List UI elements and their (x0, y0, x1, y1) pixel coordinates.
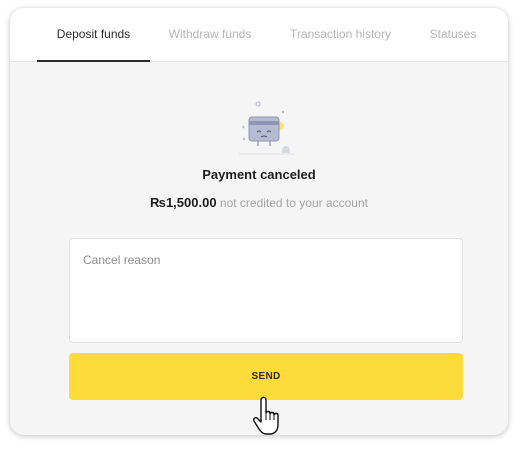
send-button[interactable]: SEND (69, 353, 463, 400)
tab-bar: Deposit funds Withdraw funds Transaction… (10, 8, 508, 62)
cancel-reason-input[interactable] (69, 238, 463, 343)
status-message: ₨1,500.00 not credited to your account (10, 195, 508, 210)
payment-amount: ₨1,500.00 (150, 195, 217, 210)
active-tab-indicator (37, 60, 150, 62)
tab-statuses[interactable]: Statuses (418, 8, 488, 62)
hand-pointer-icon (253, 396, 279, 435)
tab-withdraw-funds[interactable]: Withdraw funds (158, 8, 262, 62)
payment-card: Deposit funds Withdraw funds Transaction… (10, 8, 508, 435)
tab-deposit-funds[interactable]: Deposit funds (37, 8, 150, 62)
status-title: Payment canceled (202, 167, 316, 182)
status-note: not credited to your account (219, 196, 368, 210)
sad-credit-card-icon (239, 101, 294, 155)
tab-transaction-history[interactable]: Transaction history (280, 8, 401, 62)
